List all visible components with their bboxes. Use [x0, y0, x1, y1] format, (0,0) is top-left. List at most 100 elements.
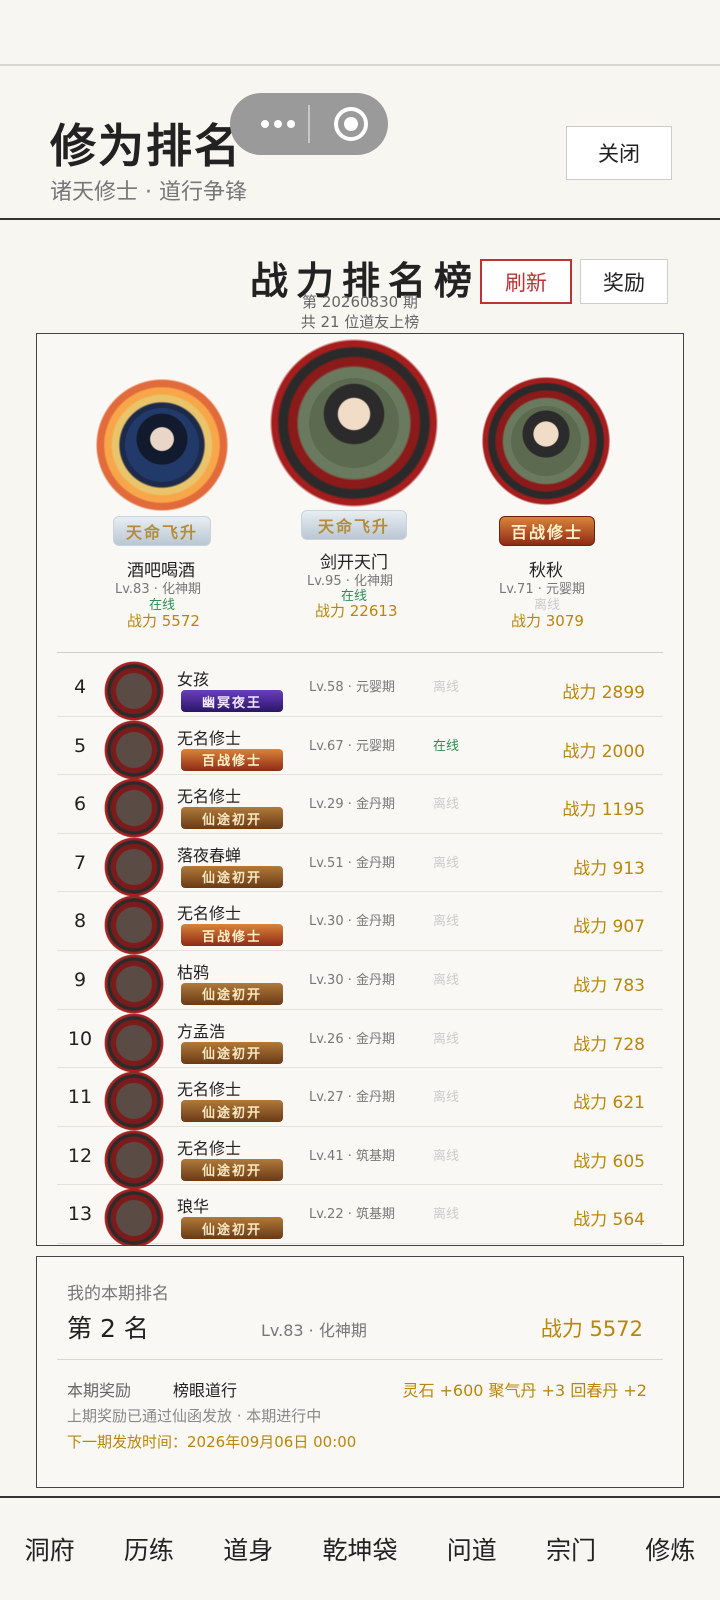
row-avatar	[103, 1011, 165, 1074]
next-reward-time: 下一期发放时间：2026年09月06日 00:00	[67, 1433, 357, 1451]
nav-item-cave[interactable]: 洞府	[19, 1531, 81, 1567]
row-rank: 13	[67, 1203, 93, 1226]
mini-program-capsule	[230, 93, 388, 155]
row-title-badge: 仙途初开	[181, 865, 283, 888]
row-rank: 11	[67, 1086, 93, 1109]
row-avatar	[103, 1070, 165, 1133]
ranking-row[interactable]: 7 落夜春蝉 仙途初开 Lv.51 · 金丹期 离线 战力 913	[57, 834, 663, 898]
nav-item-dao[interactable]: 问道	[441, 1531, 503, 1567]
ranking-row[interactable]: 10 方孟浩 仙途初开 Lv.26 · 金丹期 离线 战力 728	[57, 1010, 663, 1074]
row-level: Lv.58 · 元婴期	[309, 680, 395, 695]
nav-item-body[interactable]: 道身	[217, 1531, 279, 1567]
row-power: 战力 621	[573, 1093, 645, 1114]
row-title-badge: 百战修士	[181, 924, 283, 947]
rank-2-title-badge: 天命飞升	[113, 516, 211, 546]
row-power: 战力 1195	[562, 800, 645, 821]
row-avatar	[103, 835, 165, 898]
row-rank: 7	[73, 851, 87, 874]
more-icon[interactable]	[252, 107, 304, 141]
my-power: 战力 5572	[540, 1317, 643, 1341]
row-status: 离线	[433, 1090, 460, 1106]
row-power: 战力 728	[573, 1034, 645, 1055]
my-level: Lv.83 · 化神期	[261, 1321, 367, 1340]
my-rank-label: 我的本期排名	[67, 1284, 169, 1304]
row-power: 战力 907	[573, 917, 645, 938]
reward-name: 榜眼道行	[173, 1381, 238, 1400]
rank-1-avatar	[309, 378, 399, 468]
row-level: Lv.22 · 筑基期	[309, 1207, 395, 1223]
row-power: 战力 913	[573, 858, 645, 879]
rank-2-avatar	[125, 408, 199, 482]
row-name: 方孟浩	[177, 1021, 226, 1041]
ranking-row[interactable]: 12 无名修士 仙途初开 Lv.41 · 筑基期 离线 战力 605	[57, 1127, 663, 1191]
row-avatar	[103, 894, 165, 957]
podium-divider	[57, 652, 663, 653]
page-title: 修为排名	[50, 119, 242, 173]
row-status: 离线	[433, 1207, 460, 1223]
row-name: 无名修士	[177, 1080, 242, 1100]
row-title-badge: 仙途初开	[181, 1100, 283, 1123]
row-title-badge: 仙途初开	[181, 807, 283, 830]
row-status: 离线	[433, 797, 460, 813]
row-rank: 12	[67, 1144, 93, 1167]
period-label: 第 20260830 期	[302, 293, 418, 311]
row-level: Lv.30 · 金丹期	[309, 972, 395, 988]
row-status: 离线	[433, 855, 460, 871]
leaderboard-panel: 天命飞升 酒吧喝酒 Lv.83 · 化神期 在线 战力 5572 天命飞升 剑开…	[36, 333, 684, 1246]
my-rank-divider	[57, 1359, 663, 1360]
row-title-badge: 仙途初开	[181, 1217, 283, 1240]
row-avatar	[103, 777, 165, 840]
row-power: 战力 783	[573, 975, 645, 996]
my-rank-card: 我的本期排名 第 2 名 Lv.83 · 化神期 战力 5572 本期奖励 榜眼…	[36, 1256, 684, 1488]
reward-items: 灵石 +600 聚气丹 +3 回春丹 +2	[402, 1381, 647, 1400]
row-title-badge: 百战修士	[181, 748, 283, 771]
nav-item-trial[interactable]: 历练	[118, 1531, 180, 1567]
row-rank: 4	[73, 676, 87, 698]
reward-button[interactable]: 奖励	[580, 259, 668, 304]
row-avatar	[103, 660, 165, 722]
row-power: 战力 605	[573, 1151, 645, 1172]
row-level: Lv.67 · 元婴期	[309, 738, 395, 754]
row-title-badge: 仙途初开	[181, 1158, 283, 1181]
reward-notice: 上期奖励已通过仙函发放 · 本期进行中	[67, 1407, 322, 1425]
ranking-row[interactable]: 13 琅华 仙途初开 Lv.22 · 筑基期 离线 战力 564	[57, 1185, 663, 1245]
row-name: 无名修士	[177, 728, 242, 748]
page-subtitle: 诸天修士 · 道行争锋	[50, 180, 247, 205]
row-rank: 6	[73, 793, 87, 816]
rank-3-power: 战力 3079	[511, 612, 584, 630]
row-name: 无名修士	[177, 1138, 242, 1158]
nav-item-cultivate[interactable]: 修炼	[639, 1531, 701, 1567]
row-avatar	[103, 1128, 165, 1191]
row-status: 在线	[433, 738, 460, 754]
row-rank: 9	[73, 968, 87, 991]
my-rank-value: 第 2 名	[67, 1314, 149, 1343]
row-name: 落夜春蝉	[177, 845, 242, 865]
rank-3-title-badge: 百战修士	[499, 516, 595, 546]
close-button[interactable]: 关闭	[566, 126, 672, 180]
ranking-row[interactable]: 4 女孩 幽冥夜王 Lv.58 · 元婴期 离线 战力 2899	[57, 658, 663, 722]
nav-item-bag[interactable]: 乾坤袋	[316, 1531, 403, 1567]
row-level: Lv.51 · 金丹期	[309, 855, 395, 871]
row-power: 战力 2000	[562, 741, 645, 762]
row-avatar	[103, 952, 165, 1015]
reward-label: 本期奖励	[67, 1381, 132, 1400]
row-status: 离线	[433, 914, 460, 930]
rank-1-power: 战力 22613	[315, 602, 398, 620]
row-rank: 8	[73, 910, 87, 933]
row-level: Lv.30 · 金丹期	[309, 914, 395, 930]
ranking-row[interactable]: 11 无名修士 仙途初开 Lv.27 · 金丹期 离线 战力 621	[57, 1068, 663, 1133]
nav-item-sect[interactable]: 宗门	[540, 1531, 602, 1567]
exit-target-icon[interactable]	[334, 107, 368, 141]
page-header: 修为排名 诸天修士 · 道行争锋 关闭	[0, 66, 720, 220]
row-power: 战力 2899	[562, 683, 645, 703]
ranking-row[interactable]: 8 无名修士 百战修士 Lv.30 · 金丹期 离线 战力 907	[57, 892, 663, 957]
refresh-button[interactable]: 刷新	[480, 259, 572, 304]
ranking-row[interactable]: 9 枯鸦 仙途初开 Lv.30 · 金丹期 离线 战力 783	[57, 951, 663, 1015]
ranking-row[interactable]: 5 无名修士 百战修士 Lv.67 · 元婴期 在线 战力 2000	[57, 717, 663, 781]
ranking-row[interactable]: 6 无名修士 仙途初开 Lv.29 · 金丹期 离线 战力 1195	[57, 775, 663, 840]
row-level: Lv.41 · 筑基期	[309, 1148, 395, 1164]
row-avatar	[103, 718, 165, 781]
rank-1-title-badge: 天命飞升	[301, 510, 407, 540]
row-rank: 5	[73, 734, 87, 757]
rank-3-avatar	[511, 406, 581, 476]
